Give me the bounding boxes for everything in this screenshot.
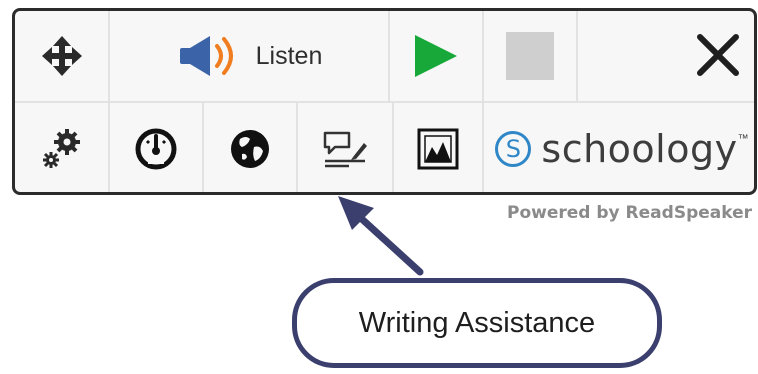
callout-label: Writing Assistance: [358, 306, 596, 339]
writing-assistance-callout: Writing Assistance: [292, 278, 662, 368]
